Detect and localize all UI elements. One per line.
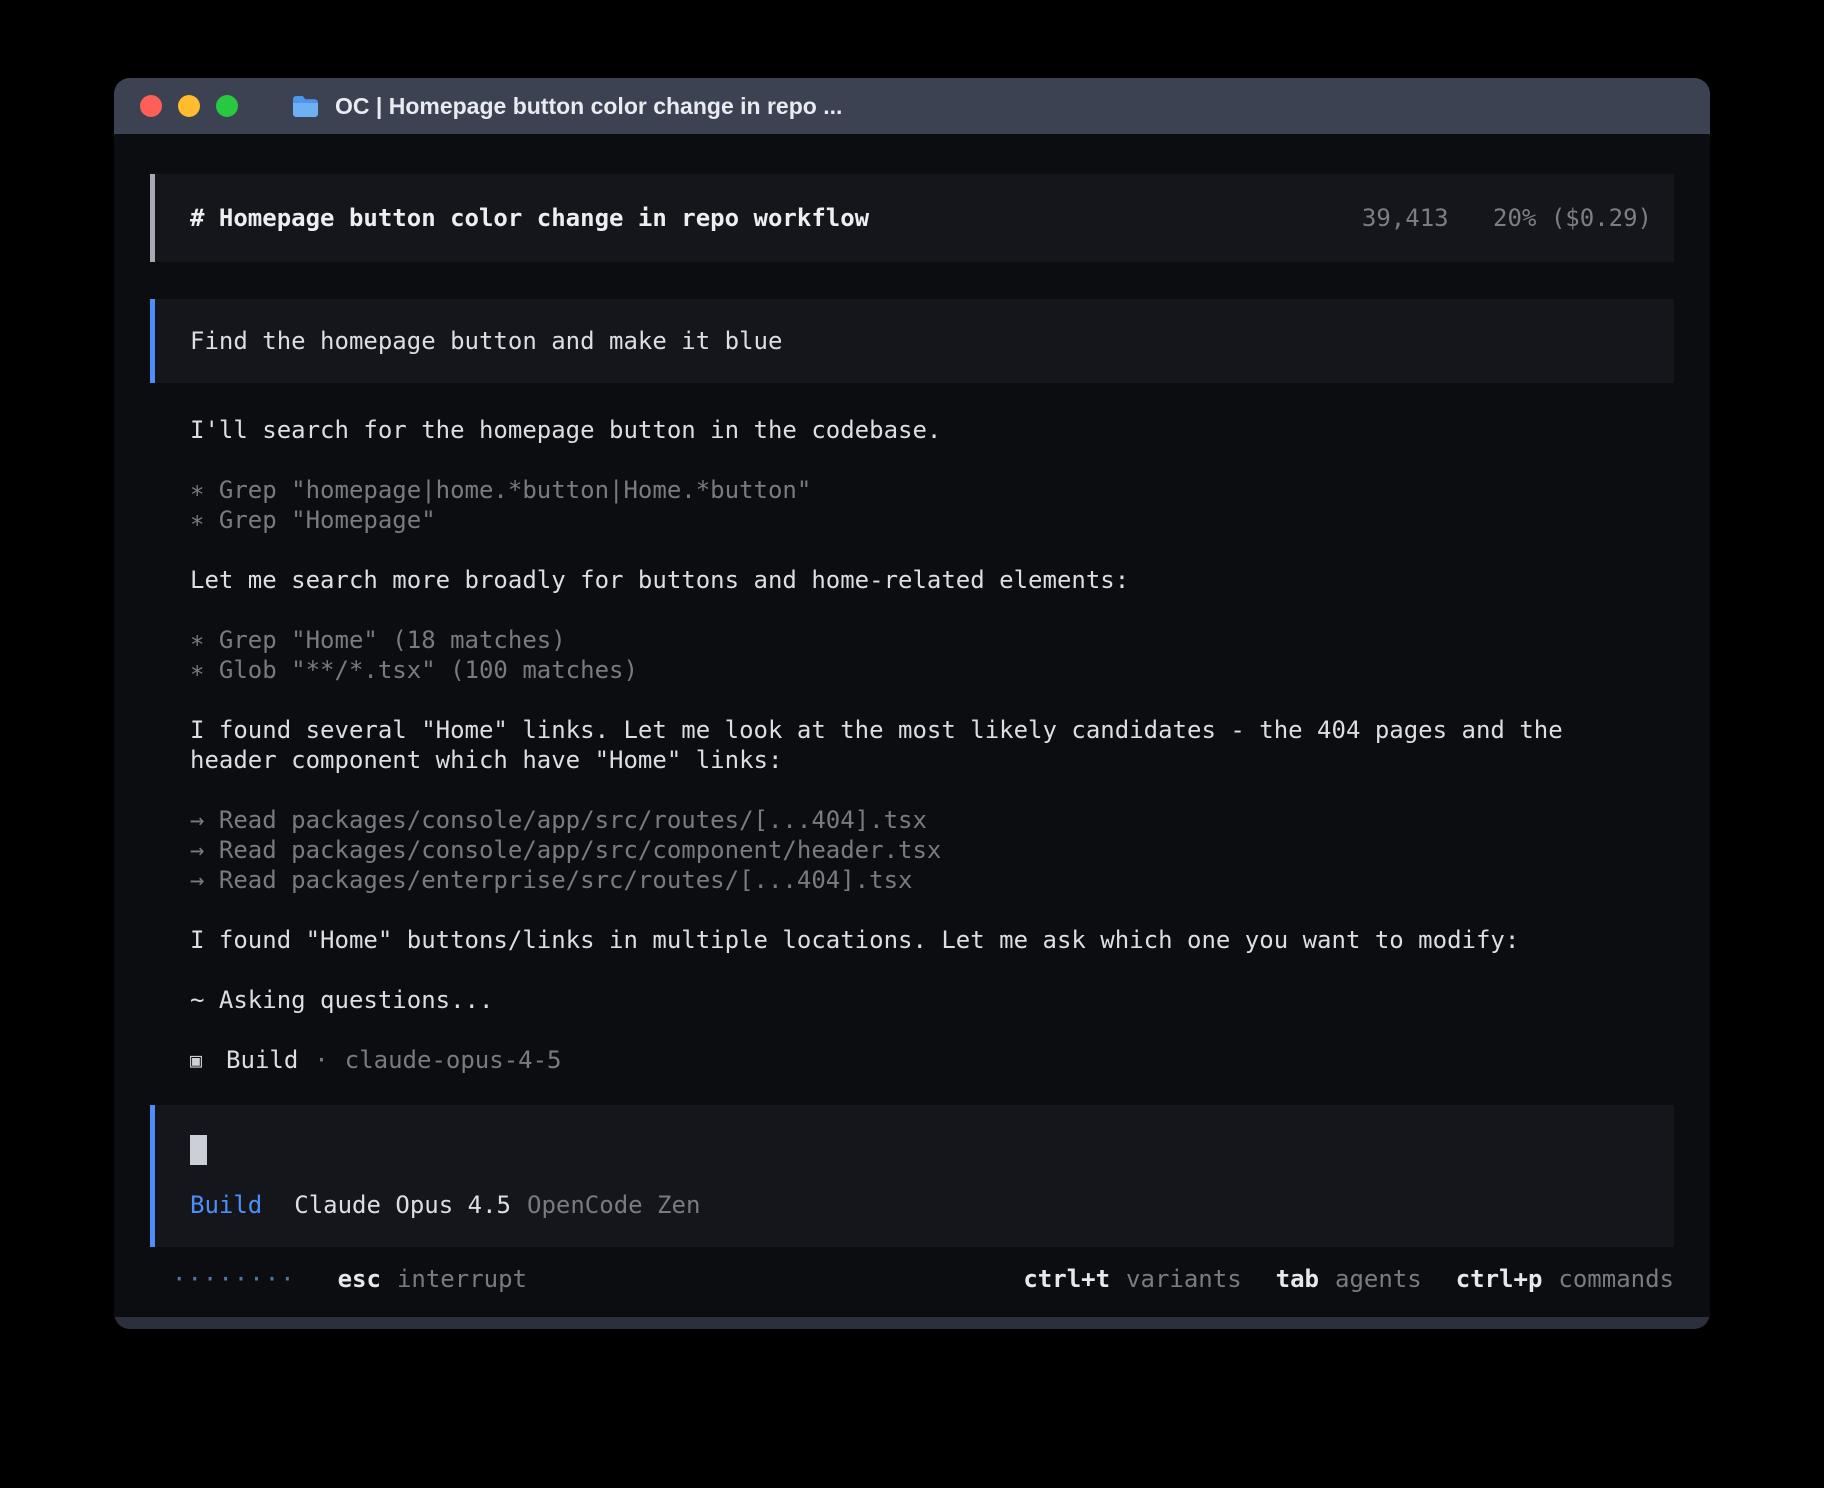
assistant-message: I found "Home" buttons/links in multiple…: [190, 925, 1664, 955]
shortcut-commands: ctrl+p commands: [1456, 1265, 1674, 1293]
assistant-text: I found "Home" buttons/links in multiple…: [190, 925, 1664, 955]
session-stats: 39,413 20% ($0.29): [1362, 204, 1652, 232]
window-title: OC | Homepage button color change in rep…: [335, 93, 842, 120]
tool-call-grep: ∗ Grep "homepage|home.*button|Home.*butt…: [190, 475, 1664, 505]
tool-call-group: ∗ Grep "Home" (18 matches) ∗ Glob "**/*.…: [190, 625, 1664, 685]
provider-name: OpenCode Zen: [527, 1191, 700, 1219]
esc-key-label: interrupt: [397, 1265, 527, 1293]
agent-mode-label[interactable]: Build: [190, 1191, 262, 1219]
session-header: # Homepage button color change in repo w…: [150, 174, 1674, 262]
shortcut-label: variants: [1126, 1265, 1242, 1293]
close-button[interactable]: [140, 95, 162, 117]
status-bar-left: ········ esc interrupt: [152, 1265, 527, 1293]
shortcut-key: ctrl+p: [1456, 1265, 1543, 1293]
status-bar-right: ctrl+t variants tab agents ctrl+p comman…: [989, 1265, 1674, 1293]
input-meta: Build Claude Opus 4.5 OpenCode Zen: [190, 1191, 1652, 1219]
context-usage: 20% ($0.29): [1493, 204, 1652, 232]
status-bar: ········ esc interrupt ctrl+t variants t…: [150, 1259, 1674, 1299]
conversation: I'll search for the homepage button in t…: [150, 415, 1674, 1075]
session-title: # Homepage button color change in repo w…: [190, 204, 869, 232]
spinner-dots-icon: ········: [172, 1265, 296, 1293]
shortcut-variants: ctrl+t variants: [1023, 1265, 1241, 1293]
shortcut-agents: tab agents: [1276, 1265, 1422, 1293]
tool-call-glob: ∗ Glob "**/*.tsx" (100 matches): [190, 655, 1664, 685]
zoom-button[interactable]: [216, 95, 238, 117]
assistant-message: I found several "Home" links. Let me loo…: [190, 715, 1664, 775]
user-message: Find the homepage button and make it blu…: [150, 299, 1674, 383]
tool-call-read: → Read packages/enterprise/src/routes/[.…: [190, 865, 1664, 895]
tool-call-group: ∗ Grep "homepage|home.*button|Home.*butt…: [190, 475, 1664, 535]
esc-key-hint: esc: [338, 1265, 381, 1293]
agent-name: Build: [226, 1045, 298, 1075]
minimize-button[interactable]: [178, 95, 200, 117]
assistant-text: I found several "Home" links. Let me loo…: [190, 715, 1664, 745]
token-count: 39,413: [1362, 204, 1449, 232]
prompt-input[interactable]: Build Claude Opus 4.5 OpenCode Zen: [150, 1105, 1674, 1247]
terminal-content: # Homepage button color change in repo w…: [114, 134, 1710, 1317]
assistant-text: Let me search more broadly for buttons a…: [190, 565, 1664, 595]
folder-icon: [292, 95, 319, 118]
model-name[interactable]: Claude Opus 4.5: [294, 1191, 511, 1219]
window-titlebar[interactable]: OC | Homepage button color change in rep…: [114, 78, 1710, 134]
tool-call-grep: ∗ Grep "Homepage": [190, 505, 1664, 535]
tool-call-group: → Read packages/console/app/src/routes/[…: [190, 805, 1664, 895]
tool-call-read: → Read packages/console/app/src/componen…: [190, 835, 1664, 865]
assistant-message: Let me search more broadly for buttons a…: [190, 565, 1664, 595]
shortcut-key: tab: [1276, 1265, 1319, 1293]
agent-status-row: ▣ Build · claude-opus-4-5: [190, 1045, 1664, 1075]
status-message: ~ Asking questions...: [190, 985, 1664, 1015]
assistant-text: header component which have "Home" links…: [190, 745, 1664, 775]
assistant-message: I'll search for the homepage button in t…: [190, 415, 1664, 445]
agent-separator: ·: [314, 1045, 328, 1075]
status-asking-questions: ~ Asking questions...: [190, 985, 1664, 1015]
agent-model: claude-opus-4-5: [345, 1045, 562, 1075]
shortcut-label: commands: [1558, 1265, 1674, 1293]
tool-call-read: → Read packages/console/app/src/routes/[…: [190, 805, 1664, 835]
assistant-text: I'll search for the homepage button in t…: [190, 415, 1664, 445]
user-message-text: Find the homepage button and make it blu…: [190, 327, 782, 355]
traffic-lights: [140, 95, 254, 117]
shortcut-label: agents: [1335, 1265, 1422, 1293]
tool-call-grep: ∗ Grep "Home" (18 matches): [190, 625, 1664, 655]
text-cursor: [190, 1135, 207, 1165]
shortcut-key: ctrl+t: [1023, 1265, 1110, 1293]
terminal-window: OC | Homepage button color change in rep…: [114, 78, 1710, 1329]
agent-icon: ▣: [190, 1045, 202, 1075]
